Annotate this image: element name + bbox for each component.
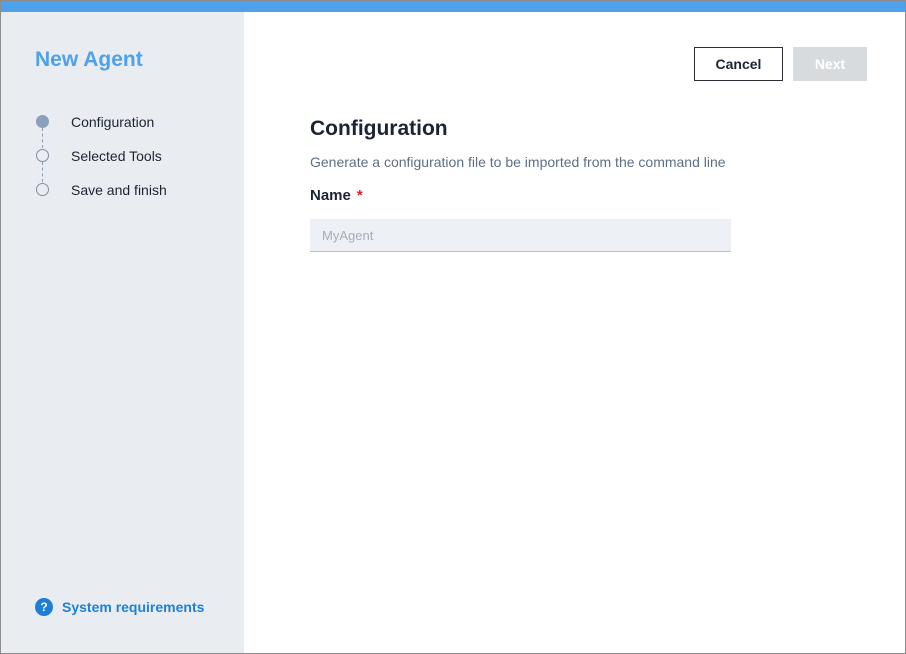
step-label: Selected Tools [71,148,162,164]
sidebar-title: New Agent [35,48,143,71]
step-connector [42,128,43,148]
name-label-text: Name [310,187,351,204]
name-field-label: Name * [310,187,363,204]
step-dot-icon [36,183,49,196]
cancel-button[interactable]: Cancel [694,47,783,81]
step-configuration[interactable]: Configuration [35,114,235,148]
page-subtitle: Generate a configuration file to be impo… [310,154,726,170]
new-agent-dialog: New Agent Configuration Selected Tools S… [0,0,906,654]
question-mark-icon: ? [35,598,53,616]
wizard-steps: Configuration Selected Tools Save and fi… [35,114,235,216]
system-requirements-link[interactable]: ? System requirements [35,598,204,616]
required-marker: * [356,187,363,204]
step-label: Configuration [71,114,155,130]
step-dot-icon [36,149,49,162]
system-requirements-label: System requirements [62,599,205,615]
step-save-and-finish[interactable]: Save and finish [35,182,235,216]
top-accent-bar [1,1,905,12]
step-active-dot-icon [36,115,49,128]
step-label: Save and finish [71,182,167,198]
page-title: Configuration [310,117,448,140]
step-selected-tools[interactable]: Selected Tools [35,148,235,182]
step-connector [42,162,43,182]
sidebar: New Agent Configuration Selected Tools S… [1,12,244,653]
name-input[interactable] [310,219,731,252]
next-button[interactable]: Next [793,47,867,81]
